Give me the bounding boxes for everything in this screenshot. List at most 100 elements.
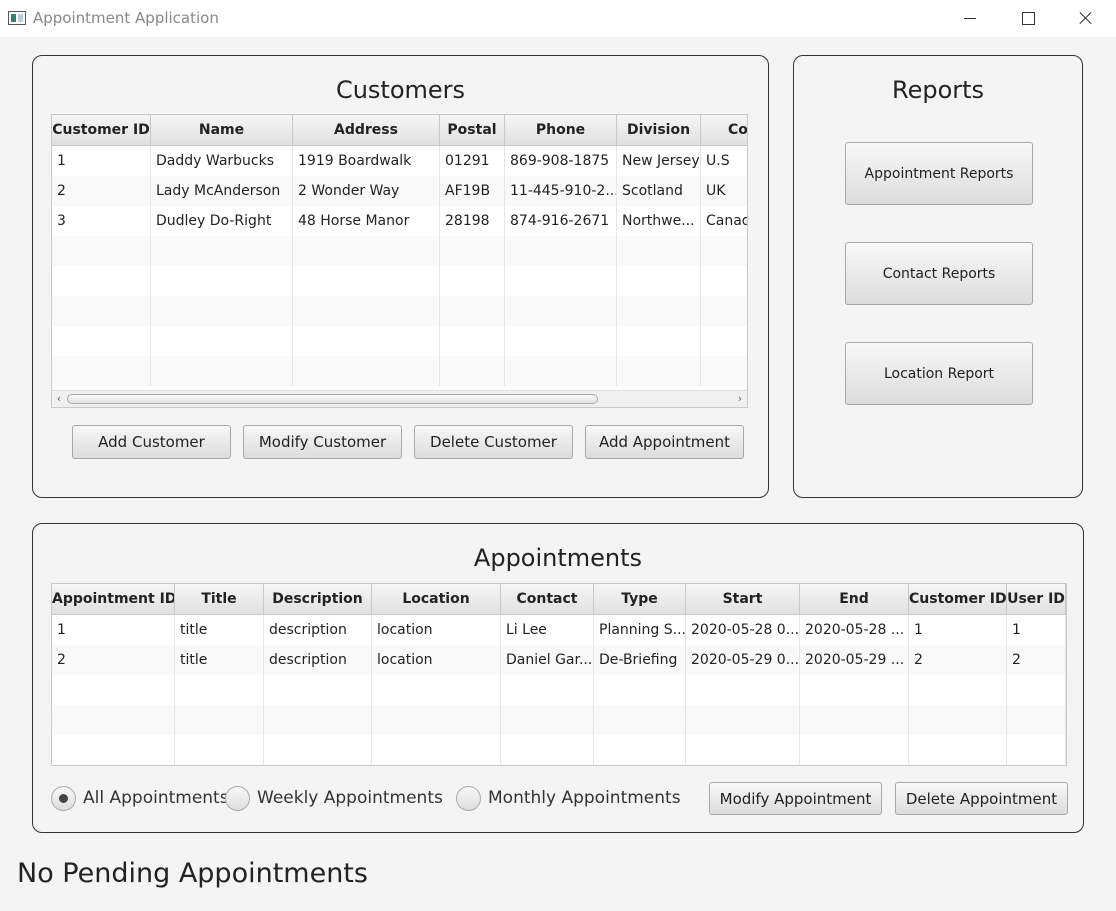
radio-selected-icon	[51, 785, 76, 811]
table-row[interactable]: 2 Lady McAnderson 2 Wonder Way AF19B 11-…	[52, 176, 747, 206]
cell-address: 1919 Boardwalk	[293, 146, 440, 176]
empty-row	[52, 675, 1066, 705]
cell-phone: 869-908-1875	[505, 146, 617, 176]
pending-appointments-status: No Pending Appointments	[17, 858, 368, 889]
column-header-end[interactable]: End	[800, 584, 909, 614]
cell-division: Scotland	[617, 176, 701, 206]
location-report-button[interactable]: Location Report	[845, 342, 1033, 405]
scroll-right-icon[interactable]: ›	[733, 391, 747, 407]
radio-unselected-icon	[456, 785, 481, 811]
cell-customer-id: 2	[52, 176, 151, 206]
table-row[interactable]: 1 Daddy Warbucks 1919 Boardwalk 01291 86…	[52, 146, 747, 176]
column-header-start[interactable]: Start	[686, 584, 800, 614]
cell-country: Canada	[701, 206, 747, 236]
appointments-table-header: Appointment ID Title Description Locatio…	[52, 584, 1066, 615]
cell-name: Dudley Do-Right	[151, 206, 293, 236]
column-header-phone[interactable]: Phone	[505, 115, 617, 145]
cell-type: Planning S...	[594, 615, 686, 645]
add-appointment-button[interactable]: Add Appointment	[585, 425, 744, 459]
cell-postal: AF19B	[440, 176, 505, 206]
horizontal-scrollbar[interactable]: ‹ ›	[52, 390, 747, 407]
weekly-appointments-radio[interactable]: Weekly Appointments	[225, 785, 443, 811]
table-row[interactable]: 3 Dudley Do-Right 48 Horse Manor 28198 8…	[52, 206, 747, 236]
appointment-reports-button[interactable]: Appointment Reports	[845, 142, 1033, 205]
cell-end: 2020-05-29 ...	[800, 645, 909, 675]
appointments-title: Appointments	[473, 544, 643, 572]
cell-location: location	[372, 645, 501, 675]
table-row[interactable]: 1 title description location Li Lee Plan…	[52, 615, 1066, 645]
column-header-postal[interactable]: Postal	[440, 115, 505, 145]
column-header-customer-id[interactable]: Customer ID	[52, 115, 151, 145]
column-header-appointment-id[interactable]: Appointment ID	[52, 584, 175, 614]
column-header-description[interactable]: Description	[264, 584, 372, 614]
app-icon	[8, 11, 26, 25]
cell-customer-id: 1	[52, 146, 151, 176]
cell-division: Northwe...	[617, 206, 701, 236]
cell-start: 2020-05-28 0...	[686, 615, 800, 645]
all-appointments-label: All Appointments	[83, 788, 229, 808]
customers-table-body: 1 Daddy Warbucks 1919 Boardwalk 01291 86…	[52, 146, 747, 386]
cell-end: 2020-05-28 ...	[800, 615, 909, 645]
weekly-appointments-label: Weekly Appointments	[257, 788, 443, 808]
column-header-address[interactable]: Address	[293, 115, 440, 145]
empty-row	[52, 236, 747, 266]
column-header-customer-id[interactable]: Customer ID	[909, 584, 1007, 614]
scroll-left-icon[interactable]: ‹	[52, 391, 66, 407]
cell-phone: 874-916-2671	[505, 206, 617, 236]
cell-division: New Jersey	[617, 146, 701, 176]
column-header-country[interactable]: Co	[701, 115, 747, 145]
cell-contact: Li Lee	[501, 615, 594, 645]
modify-customer-button[interactable]: Modify Customer	[243, 425, 402, 459]
cell-description: description	[264, 645, 372, 675]
customers-table[interactable]: Customer ID Name Address Postal Phone Di…	[51, 114, 748, 408]
appointments-table[interactable]: Appointment ID Title Description Locatio…	[51, 583, 1067, 766]
cell-name: Daddy Warbucks	[151, 146, 293, 176]
cell-customer-id: 1	[909, 615, 1007, 645]
cell-type: De-Briefing	[594, 645, 686, 675]
column-header-type[interactable]: Type	[594, 584, 686, 614]
empty-row	[52, 735, 1066, 765]
appointments-panel: Appointments Appointment ID Title Descri…	[32, 523, 1084, 833]
empty-row	[52, 266, 747, 296]
all-appointments-radio[interactable]: All Appointments	[51, 785, 229, 811]
customers-title: Customers	[335, 76, 466, 104]
customers-table-header: Customer ID Name Address Postal Phone Di…	[52, 115, 747, 146]
delete-appointment-button[interactable]: Delete Appointment	[895, 782, 1068, 815]
cell-title: title	[175, 615, 264, 645]
scrollbar-thumb[interactable]	[67, 394, 598, 404]
contact-reports-button[interactable]: Contact Reports	[845, 242, 1033, 305]
cell-address: 2 Wonder Way	[293, 176, 440, 206]
appointments-table-body: 1 title description location Li Lee Plan…	[52, 615, 1066, 765]
cell-postal: 28198	[440, 206, 505, 236]
column-header-division[interactable]: Division	[617, 115, 701, 145]
cell-country: UK	[701, 176, 747, 206]
table-row[interactable]: 2 title description location Daniel Gar.…	[52, 645, 1066, 675]
column-header-name[interactable]: Name	[151, 115, 293, 145]
cell-appointment-id: 1	[52, 615, 175, 645]
cell-appointment-id: 2	[52, 645, 175, 675]
window-title: Appointment Application	[33, 9, 219, 27]
empty-row	[52, 296, 747, 326]
column-header-title[interactable]: Title	[175, 584, 264, 614]
minimize-icon[interactable]	[955, 4, 985, 32]
title-bar: Appointment Application	[0, 0, 1116, 37]
radio-unselected-icon	[225, 785, 250, 811]
cell-customer-id: 2	[909, 645, 1007, 675]
add-customer-button[interactable]: Add Customer	[72, 425, 231, 459]
cell-title: title	[175, 645, 264, 675]
monthly-appointments-radio[interactable]: Monthly Appointments	[456, 785, 681, 811]
cell-postal: 01291	[440, 146, 505, 176]
cell-start: 2020-05-29 0...	[686, 645, 800, 675]
column-header-user-id[interactable]: User ID	[1007, 584, 1066, 614]
column-header-contact[interactable]: Contact	[501, 584, 594, 614]
cell-customer-id: 3	[52, 206, 151, 236]
cell-description: description	[264, 615, 372, 645]
reports-title: Reports	[891, 76, 985, 104]
column-header-location[interactable]: Location	[372, 584, 501, 614]
modify-appointment-button[interactable]: Modify Appointment	[709, 782, 882, 815]
delete-customer-button[interactable]: Delete Customer	[414, 425, 573, 459]
maximize-icon[interactable]	[1013, 4, 1043, 32]
cell-user-id: 1	[1007, 615, 1066, 645]
close-icon[interactable]	[1071, 4, 1101, 32]
empty-row	[52, 326, 747, 356]
